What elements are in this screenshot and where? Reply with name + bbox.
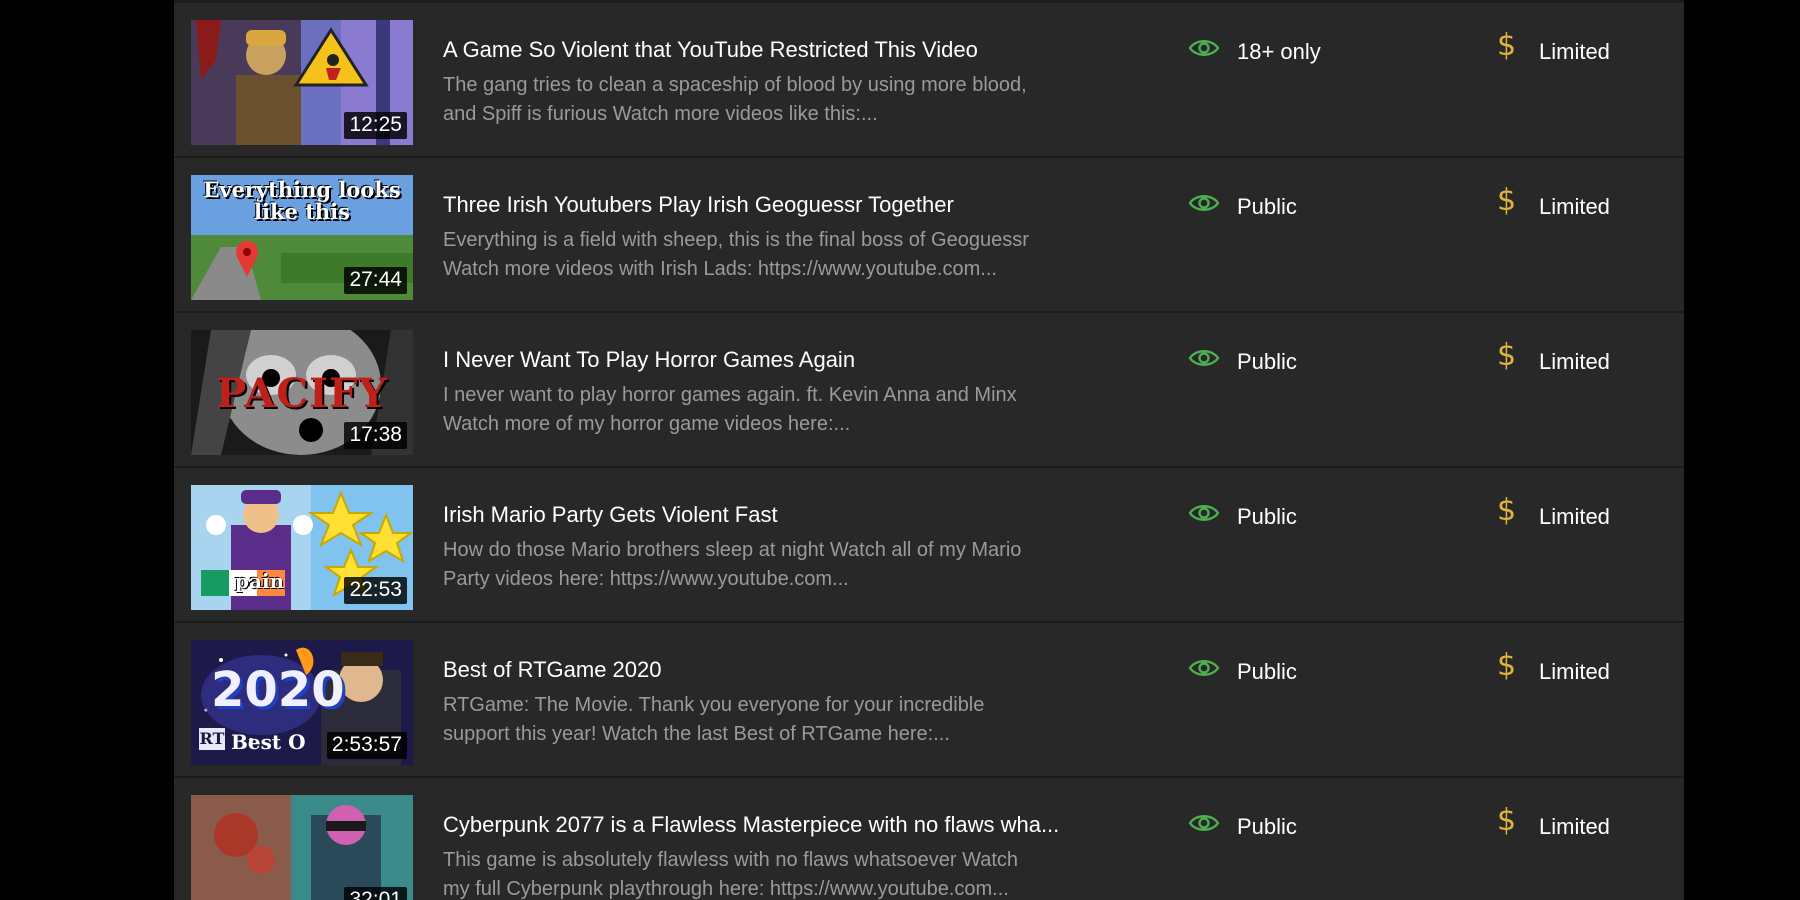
thumbnail-caption: Everything looks like this	[203, 177, 401, 224]
video-title[interactable]: A Game So Violent that YouTube Restricte…	[443, 37, 1143, 63]
video-description: I never want to play horror games again.…	[443, 381, 1163, 439]
eye-icon	[1188, 195, 1220, 211]
description-line: Everything is a field with sheep, this i…	[443, 229, 1029, 251]
visibility-status[interactable]: 18+ only	[1237, 39, 1321, 65]
video-duration: 17:38	[344, 422, 407, 449]
monetization-status[interactable]: Limited	[1539, 814, 1610, 840]
thumbnail-caption-2: Best O	[231, 730, 306, 754]
video-description: The gang tries to clean a spaceship of b…	[443, 71, 1163, 129]
visibility-status[interactable]: Public	[1237, 194, 1297, 220]
video-thumbnail[interactable]: PACIFY 17:38	[191, 330, 413, 455]
video-description: This game is absolutely flawless with no…	[443, 846, 1163, 900]
description-line: This game is absolutely flawless with no…	[443, 849, 1019, 871]
visibility-status[interactable]: Public	[1237, 504, 1297, 530]
video-description: How do those Mario brothers sleep at nig…	[443, 536, 1163, 594]
eye-icon	[1188, 505, 1220, 521]
description-line: support this year! Watch the last Best o…	[443, 723, 950, 745]
monetization-status[interactable]: Limited	[1539, 349, 1610, 375]
description-line: I never want to play horror games again.…	[443, 384, 1017, 406]
visibility-status[interactable]: Public	[1237, 659, 1297, 685]
video-thumbnail[interactable]: Everything looks like this 27:44	[191, 175, 413, 300]
dollar-icon: $	[1497, 493, 1517, 528]
video-row[interactable]: pain 22:53 Irish Mario Party Gets Violen…	[174, 468, 1684, 623]
monetization-status[interactable]: Limited	[1539, 659, 1610, 685]
video-duration: 27:44	[344, 267, 407, 294]
monetization-status[interactable]: Limited	[1539, 194, 1610, 220]
video-description: RTGame: The Movie. Thank you everyone fo…	[443, 691, 1163, 749]
thumbnail-caption: PACIFY	[216, 370, 388, 417]
description-line: The gang tries to clean a spaceship of b…	[443, 74, 1027, 96]
video-row[interactable]: PACIFY 17:38 I Never Want To Play Horror…	[174, 313, 1684, 468]
thumbnail-image	[191, 795, 413, 900]
description-line: Party videos here: https://www.youtube.c…	[443, 568, 849, 590]
video-row[interactable]: Everything looks like this 27:44 Three I…	[174, 158, 1684, 313]
eye-icon	[1188, 815, 1220, 831]
video-thumbnail[interactable]: pain 22:53	[191, 485, 413, 610]
video-title[interactable]: Irish Mario Party Gets Violent Fast	[443, 502, 1143, 528]
description-line: How do those Mario brothers sleep at nig…	[443, 539, 1022, 561]
video-duration: 22:53	[344, 577, 407, 604]
dollar-icon: $	[1497, 803, 1517, 838]
video-thumbnail[interactable]: 2020 RT Best O 2:53:57	[191, 640, 413, 765]
eye-icon	[1188, 350, 1220, 366]
video-title[interactable]: Best of RTGame 2020	[443, 657, 1143, 683]
visibility-status[interactable]: Public	[1237, 349, 1297, 375]
video-title[interactable]: I Never Want To Play Horror Games Again	[443, 347, 1143, 373]
video-duration: 12:25	[344, 112, 407, 139]
thumbnail-logo: RT	[199, 728, 225, 750]
monetization-status[interactable]: Limited	[1539, 39, 1610, 65]
description-line: and Spiff is furious Watch more videos l…	[443, 103, 878, 125]
video-duration: 2:53:57	[326, 732, 407, 759]
video-description: Everything is a field with sheep, this i…	[443, 226, 1163, 284]
description-line: my full Cyberpunk playthrough here: http…	[443, 878, 1009, 900]
video-row[interactable]: 2020 RT Best O 2:53:57 Best of RTGame 20…	[174, 623, 1684, 778]
dollar-icon: $	[1497, 28, 1517, 63]
video-thumbnail[interactable]: 12:25	[191, 20, 413, 145]
eye-icon	[1188, 40, 1220, 56]
video-title[interactable]: Three Irish Youtubers Play Irish Geogues…	[443, 192, 1143, 218]
dollar-icon: $	[1497, 338, 1517, 373]
eye-icon	[1188, 660, 1220, 676]
video-row[interactable]: 12:25 A Game So Violent that YouTube Res…	[174, 3, 1684, 158]
dollar-icon: $	[1497, 183, 1517, 218]
video-duration: 32:01	[344, 887, 407, 900]
visibility-status[interactable]: Public	[1237, 814, 1297, 840]
video-title[interactable]: Cyberpunk 2077 is a Flawless Masterpiece…	[443, 812, 1143, 838]
description-line: Watch more videos with Irish Lads: https…	[443, 258, 997, 280]
monetization-status[interactable]: Limited	[1539, 504, 1610, 530]
thumbnail-caption: 2020	[211, 662, 345, 718]
dollar-icon: $	[1497, 648, 1517, 683]
description-line: Watch more of my horror game videos here…	[443, 413, 851, 435]
video-row[interactable]: 32:01 Cyberpunk 2077 is a Flawless Maste…	[174, 778, 1684, 900]
thumbnail-caption: pain	[235, 569, 285, 593]
video-thumbnail[interactable]: 32:01	[191, 795, 413, 900]
description-line: RTGame: The Movie. Thank you everyone fo…	[443, 694, 985, 716]
video-list-panel: 12:25 A Game So Violent that YouTube Res…	[174, 0, 1684, 900]
